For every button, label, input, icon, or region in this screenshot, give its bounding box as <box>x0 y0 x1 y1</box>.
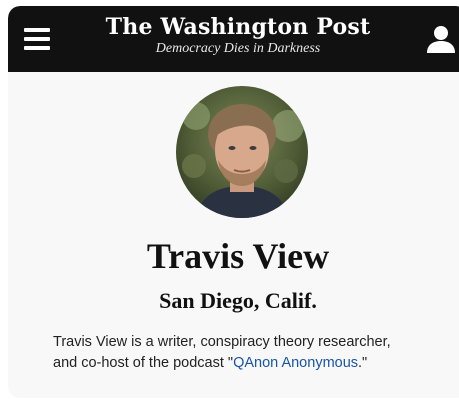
site-tagline: Democracy Dies in Darkness <box>155 41 321 56</box>
site-logo[interactable]: The Washington Post <box>8 14 459 40</box>
user-account-icon[interactable] <box>426 25 456 53</box>
bio-line-2-suffix: ." <box>358 355 368 371</box>
bio-line-2-prefix: and co-host of the podcast " <box>53 355 234 371</box>
author-avatar <box>176 86 308 218</box>
author-name: Travis View <box>146 236 330 276</box>
bio-line-1: Travis View is a writer, conspiracy theo… <box>53 334 391 350</box>
author-location: San Diego, Calif. <box>159 288 317 313</box>
masthead[interactable]: The Washington Post Democracy Dies in Da… <box>8 14 459 58</box>
author-card: The Washington Post Democracy Dies in Da… <box>8 6 459 398</box>
author-bio: Travis View is a writer, conspiracy theo… <box>53 332 433 374</box>
podcast-link[interactable]: QAnon Anonymous <box>233 355 358 371</box>
site-header: The Washington Post Democracy Dies in Da… <box>8 6 459 72</box>
